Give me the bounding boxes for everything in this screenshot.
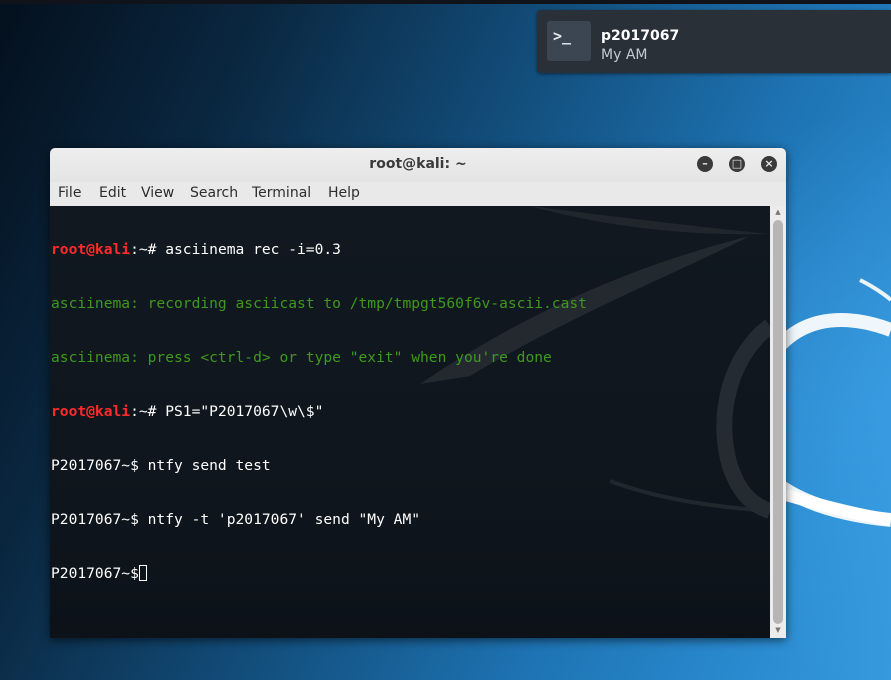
menu-help[interactable]: Help (328, 185, 360, 201)
notification-popup[interactable]: >_ p2017067 My AM (537, 10, 891, 73)
top-panel (0, 0, 891, 4)
scroll-down-icon[interactable]: ▼ (770, 626, 786, 634)
current-prompt: P2017067~$ (51, 565, 139, 582)
scroll-up-icon[interactable]: ▲ (770, 208, 786, 216)
terminal-line: asciinema: press <ctrl-d> or type "exit"… (51, 349, 552, 366)
command-text: :~# PS1="P2017067\w\$" (130, 403, 324, 420)
minimize-icon[interactable]: – (697, 156, 713, 172)
close-icon[interactable]: × (761, 156, 777, 172)
window-title: root@kali: ~ (369, 156, 467, 172)
terminal-line: root@kali:~# PS1="P2017067\w\$" (51, 403, 587, 421)
command-text: :~# asciinema rec -i=0.3 (130, 241, 341, 258)
menu-file[interactable]: File (58, 185, 81, 201)
menu-search[interactable]: Search (190, 185, 238, 201)
notification-title: p2017067 (601, 28, 680, 44)
terminal-line: asciinema: recording asciicast to /tmp/t… (51, 295, 587, 312)
scroll-thumb[interactable] (773, 220, 783, 624)
scrollbar[interactable]: ▲ ▼ (770, 206, 786, 638)
menu-terminal[interactable]: Terminal (252, 185, 311, 201)
terminal-lines: root@kali:~# asciinema rec -i=0.3 asciin… (51, 206, 587, 619)
terminal-line: P2017067~$ ntfy -t 'p2017067' send "My A… (51, 511, 421, 528)
notification-body: My AM (601, 47, 648, 63)
prompt-user: root@kali (51, 241, 131, 258)
window-titlebar[interactable]: root@kali: ~ – □ × (50, 148, 786, 182)
text-cursor (138, 565, 147, 581)
terminal-window: root@kali: ~ – □ × File Edit View Search… (50, 148, 786, 638)
menu-edit[interactable]: Edit (99, 185, 126, 201)
terminal-line: P2017067~$ (51, 565, 587, 583)
terminal-line: root@kali:~# asciinema rec -i=0.3 (51, 241, 587, 259)
menu-view[interactable]: View (141, 185, 174, 201)
prompt-user: root@kali (51, 403, 131, 420)
terminal-output[interactable]: root@kali:~# asciinema rec -i=0.3 asciin… (50, 206, 770, 638)
terminal-line: P2017067~$ ntfy send test (51, 457, 271, 474)
maximize-icon[interactable]: □ (729, 156, 745, 172)
terminal-icon: >_ (547, 21, 591, 61)
menu-bar: File Edit View Search Terminal Help (50, 182, 786, 206)
